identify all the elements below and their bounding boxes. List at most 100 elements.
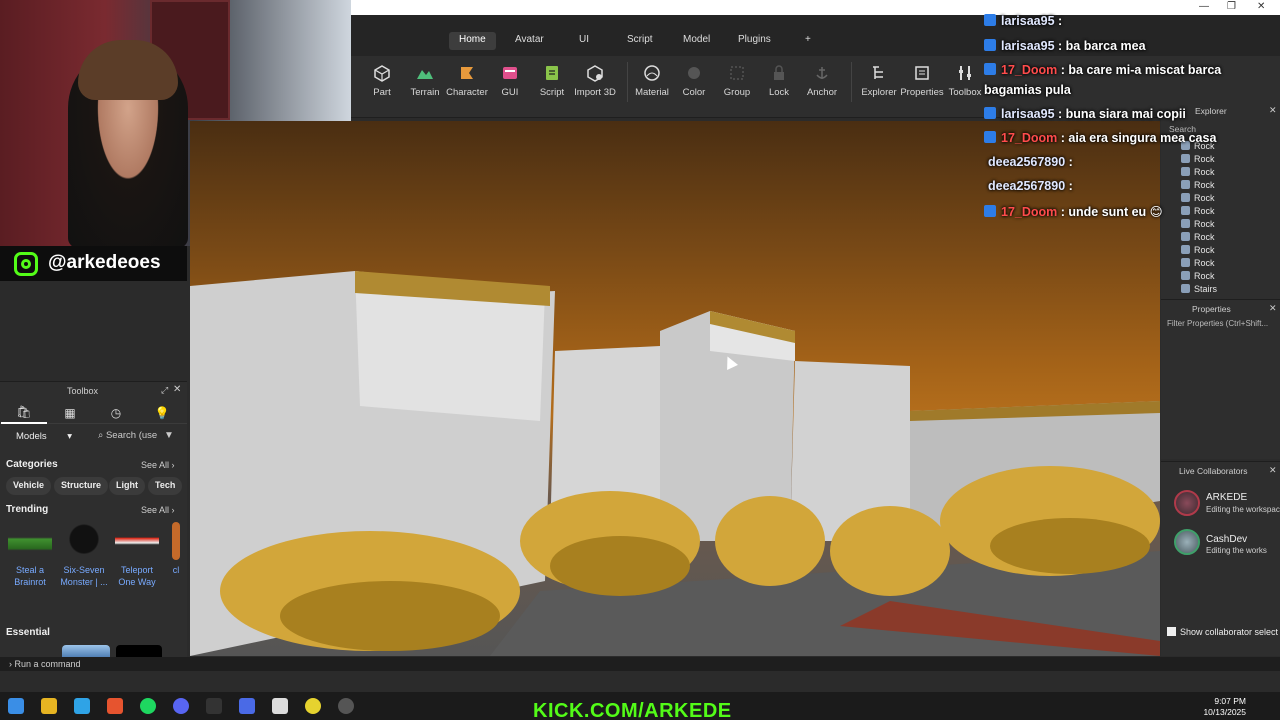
tab-script[interactable]: Script — [617, 32, 663, 50]
close-icon[interactable]: ✕ — [173, 384, 181, 395]
character-tool[interactable]: Character — [444, 64, 490, 98]
app-icon[interactable] — [239, 698, 255, 714]
tab-ui[interactable]: UI — [569, 32, 599, 50]
command-bar[interactable]: › Run a command — [0, 657, 1280, 671]
command-input[interactable]: Run a command — [15, 659, 81, 669]
collaborators-title: Live Collaborators — [1179, 466, 1248, 476]
part-icon — [1181, 284, 1190, 293]
part-tool[interactable]: Part — [359, 64, 405, 98]
discord-icon[interactable] — [173, 698, 189, 714]
chat-message: larisaa95 : — [984, 14, 1224, 28]
toolbox-tool[interactable]: Toolbox — [942, 64, 988, 98]
avatar[interactable] — [1174, 490, 1200, 516]
spotify-icon[interactable] — [140, 698, 156, 714]
obs-icon[interactable] — [206, 698, 222, 714]
title-bar: — ❐ ✕ — [351, 0, 1280, 15]
asset-card[interactable]: Six-Seven Monster | ... — [60, 522, 108, 588]
explorer-row[interactable]: Rock — [1181, 232, 1215, 242]
category-chip-vehicle[interactable]: Vehicle — [6, 477, 52, 495]
category-chip-tech[interactable]: Tech — [148, 477, 183, 495]
part-icon — [1181, 245, 1190, 254]
part-icon — [1181, 219, 1190, 228]
import-3d-tool[interactable]: Import 3D — [572, 64, 618, 98]
taskbar-time[interactable]: 9:07 PM — [1214, 696, 1246, 706]
filter-icon[interactable]: ▼ — [164, 430, 174, 441]
tab-model[interactable]: Model — [673, 32, 720, 50]
popout-icon[interactable]: ⤢ — [161, 385, 168, 396]
part-icon — [1181, 271, 1190, 280]
explorer-row[interactable]: Stairs — [1181, 284, 1217, 294]
roblox-studio-icon[interactable] — [272, 698, 288, 714]
taskbar-date[interactable]: 10/13/2025 — [1203, 707, 1246, 717]
close-button[interactable]: ✕ — [1257, 1, 1265, 12]
anchor-tool[interactable]: Anchor — [799, 64, 845, 98]
minimize-button[interactable]: — — [1199, 1, 1209, 12]
part-icon — [1181, 232, 1190, 241]
models-dropdown[interactable]: Models ▾ — [16, 431, 72, 442]
asset-thumbnail — [62, 522, 106, 560]
restore-button[interactable]: ❐ — [1227, 1, 1236, 12]
category-chip-structure[interactable]: Structure — [54, 477, 109, 495]
properties-tool[interactable]: Properties — [899, 64, 945, 98]
lock-icon — [774, 65, 784, 80]
close-icon[interactable]: ✕ — [1269, 303, 1277, 314]
terrain-icon — [417, 70, 433, 79]
brave-browser-icon[interactable] — [107, 698, 123, 714]
trending-see-all-link[interactable]: See All › — [141, 505, 175, 515]
terrain-tool[interactable]: Terrain — [402, 64, 448, 98]
instagram-handle: @arkedeoes — [48, 252, 161, 273]
part-icon — [1181, 258, 1190, 267]
recent-tab-icon[interactable]: ◷ — [93, 402, 139, 424]
script-tool[interactable]: Script — [529, 64, 575, 98]
import-3d-icon — [587, 65, 603, 82]
explorer-tool[interactable]: Explorer — [856, 64, 902, 98]
categories-see-all-link[interactable]: See All › — [141, 460, 175, 470]
marketplace-tab-icon[interactable]: 🛍 — [1, 402, 47, 424]
group-tool[interactable]: Group — [714, 64, 760, 98]
show-collaborator-checkbox[interactable]: Show collaborator select — [1167, 627, 1278, 637]
explorer-row[interactable]: Rock — [1181, 271, 1215, 281]
social-handle-bar: @arkedeoes — [0, 246, 187, 281]
asset-thumbnail — [172, 522, 180, 560]
essential-heading: Essential — [6, 627, 50, 638]
part-cube-icon — [374, 65, 390, 82]
anchor-icon — [816, 67, 828, 79]
file-explorer-icon[interactable] — [41, 698, 57, 714]
asset-card[interactable]: Steal a Brainrot — [6, 522, 54, 588]
material-tool[interactable]: Material — [629, 64, 675, 98]
properties-filter-input[interactable]: Filter Properties (Ctrl+Shift... — [1167, 319, 1268, 328]
app-icon[interactable] — [305, 698, 321, 714]
material-icon — [644, 65, 660, 81]
chat-message: deea2567890 : — [988, 155, 1073, 169]
chat-message: 17_Doom : unde sunt eu 😊 — [984, 204, 1224, 219]
character-icon — [461, 67, 473, 79]
tab-home[interactable]: Home — [449, 32, 496, 50]
toolbox-panel: Toolbox ⤢ ✕ 🛍 ▦ ◷ 💡 Models ▾ ⌕ Search (u… — [0, 381, 187, 658]
collaborator-name: CashDev — [1206, 534, 1248, 545]
category-chip-light[interactable]: Light — [109, 477, 145, 495]
explorer-row[interactable]: Rock — [1181, 258, 1215, 268]
subscriber-badge-icon — [984, 205, 996, 217]
explorer-row[interactable]: Rock — [1181, 219, 1215, 229]
tab-avatar[interactable]: Avatar — [505, 32, 554, 50]
lock-tool[interactable]: Lock — [756, 64, 802, 98]
toolbox-search-input[interactable]: ⌕ Search (use — [98, 430, 157, 441]
add-tab-button[interactable]: + — [795, 32, 821, 50]
asset-card[interactable]: cl — [166, 522, 186, 576]
close-icon[interactable]: ✕ — [1269, 105, 1277, 116]
explorer-row[interactable]: Rock — [1181, 193, 1215, 203]
ribbon-divider — [851, 62, 852, 102]
close-icon[interactable]: ✕ — [1269, 465, 1277, 476]
gui-tool[interactable]: GUI — [487, 64, 533, 98]
store-icon[interactable] — [74, 698, 90, 714]
avatar[interactable] — [1174, 529, 1200, 555]
3d-viewport[interactable] — [190, 121, 1160, 656]
creations-tab-icon[interactable]: 💡 — [139, 402, 185, 424]
asset-card[interactable]: Teleport One Way — [113, 522, 161, 588]
explorer-row[interactable]: Rock — [1181, 245, 1215, 255]
app-icon[interactable] — [338, 698, 354, 714]
tab-plugins[interactable]: Plugins — [728, 32, 781, 50]
inventory-tab-icon[interactable]: ▦ — [47, 402, 93, 424]
color-tool[interactable]: Color — [671, 64, 717, 98]
windows-start-icon[interactable] — [8, 698, 24, 714]
